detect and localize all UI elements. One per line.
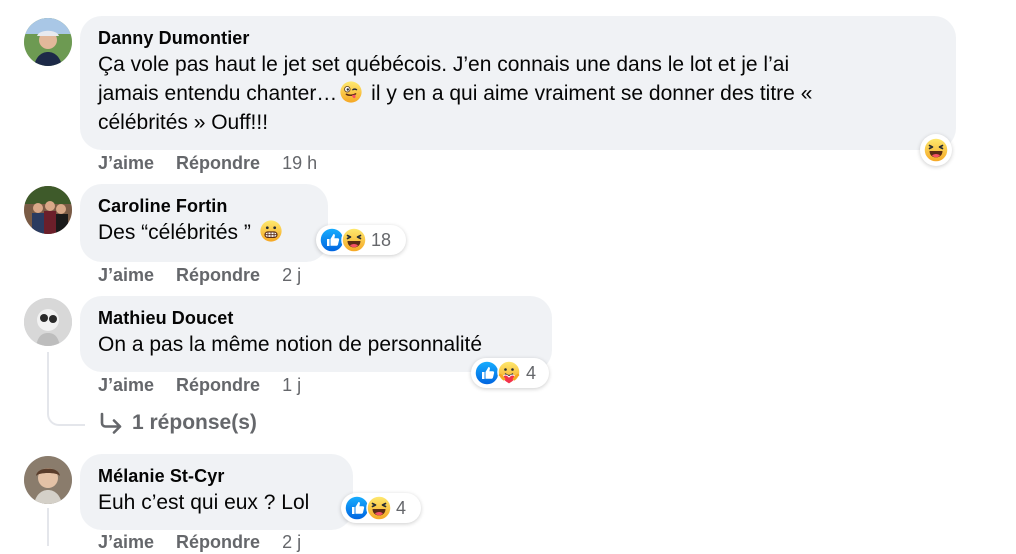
like-button[interactable]: J’aime [98, 263, 154, 287]
reaction-summary[interactable] [920, 134, 952, 166]
comment-text: Des “célébrités ” [98, 218, 310, 247]
reaction-summary[interactable]: 4 [471, 358, 549, 388]
comment-bubble: Danny Dumontier Ça vole pas haut le jet … [80, 16, 956, 150]
comment-text-line: Ça vole pas haut le jet set québécois. J… [98, 53, 790, 76]
comment-text: Euh c’est qui eux ? Lol [98, 491, 310, 514]
avatar[interactable] [24, 298, 72, 346]
reply-button[interactable]: Répondre [176, 263, 260, 287]
avatar[interactable] [24, 18, 72, 66]
comment-bubble: Caroline Fortin Des “célébrités ” [80, 184, 328, 262]
timestamp[interactable]: 2 j [282, 263, 301, 287]
reaction-summary[interactable]: 4 [341, 493, 421, 523]
haha-icon [366, 495, 392, 521]
comment-text-line: jamais entendu chanter… il y en a qui ai… [98, 79, 938, 108]
like-button[interactable]: J’aime [98, 151, 154, 175]
comment-text-segment: jamais entendu chanter… [98, 82, 338, 105]
winking-tongue-emoji-icon [339, 80, 363, 104]
like-button[interactable]: J’aime [98, 530, 154, 554]
care-icon [496, 360, 522, 386]
reaction-count: 18 [371, 229, 392, 250]
haha-icon [341, 227, 367, 253]
timestamp[interactable]: 19 h [282, 151, 317, 175]
author-name[interactable]: Danny Dumontier [98, 26, 938, 50]
author-name[interactable]: Caroline Fortin [98, 194, 310, 218]
timestamp[interactable]: 1 j [282, 373, 301, 397]
avatar[interactable] [24, 456, 72, 504]
comment-actions: J’aime Répondre 1 j [98, 373, 323, 397]
comment-actions: J’aime Répondre 2 j [98, 263, 323, 287]
comment-text-segment: il y en a qui aime vraiment se donner de… [365, 82, 813, 105]
reply-thread-line [47, 352, 85, 426]
reply-button[interactable]: Répondre [176, 151, 260, 175]
avatar[interactable] [24, 186, 72, 234]
comment-text-line: célébrités » Ouff!!! [98, 111, 269, 134]
replies-count-label: 1 réponse(s) [132, 411, 257, 434]
author-name[interactable]: Mathieu Doucet [98, 306, 534, 330]
comment-text-segment: Des “célébrités ” [98, 221, 257, 244]
reaction-summary[interactable]: 18 [316, 225, 406, 255]
reply-button[interactable]: Répondre [176, 530, 260, 554]
comment-text: Ça vole pas haut le jet set québécois. J… [98, 50, 938, 137]
like-button[interactable]: J’aime [98, 373, 154, 397]
timestamp[interactable]: 2 j [282, 530, 301, 554]
reply-arrow-icon [100, 412, 122, 434]
reply-thread-line [47, 508, 49, 546]
comment-bubble: Mélanie St-Cyr Euh c’est qui eux ? Lol [80, 454, 353, 530]
reaction-count: 4 [526, 362, 537, 383]
laughing-emoji-icon [923, 137, 949, 163]
comment-actions: J’aime Répondre 19 h [98, 151, 339, 175]
grimacing-emoji-icon [259, 219, 283, 243]
view-replies-link[interactable]: 1 réponse(s) [98, 411, 257, 435]
comment-text: On a pas la même notion de personnalité [98, 333, 483, 356]
reply-button[interactable]: Répondre [176, 373, 260, 397]
author-name[interactable]: Mélanie St-Cyr [98, 464, 335, 488]
reaction-count: 4 [396, 497, 407, 518]
comment-actions: J’aime Répondre 2 j [98, 530, 323, 554]
